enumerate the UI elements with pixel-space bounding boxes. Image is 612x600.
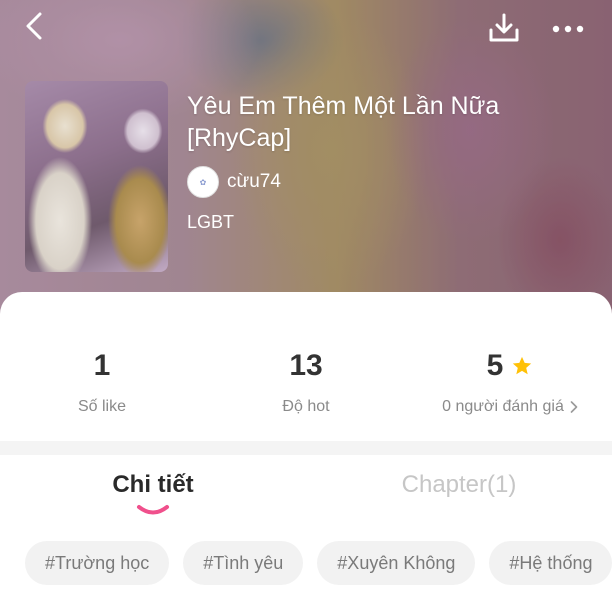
rating-link[interactable]: 0 người đánh giá (408, 398, 612, 416)
author-avatar: ✿ (187, 166, 219, 198)
hot-label: Độ hot (282, 398, 330, 415)
author-link[interactable]: ✿ cừu74 (187, 166, 281, 198)
story-cover-image[interactable] (25, 81, 168, 272)
star-icon (513, 356, 532, 375)
likes-stat: 1 (0, 346, 204, 386)
active-tab-indicator (137, 505, 169, 515)
tab-details[interactable]: Chi tiết (0, 468, 306, 502)
author-name: cừu74 (227, 171, 281, 192)
hot-count: 13 (289, 349, 323, 382)
story-title: Yêu Em Thêm Một Lần Nữa [RhyCap] (187, 92, 500, 152)
top-bar (0, 0, 612, 56)
more-button[interactable] (548, 12, 588, 46)
rating-label: 0 người đánh giá (442, 398, 564, 415)
chevron-right-icon (570, 401, 578, 413)
tag-list: #Trường học #Tình yêu #Xuyên Không #Hệ t… (25, 541, 612, 585)
likes-label: Số like (77, 398, 127, 415)
tag-chip[interactable]: #Xuyên Không (317, 541, 476, 585)
chevron-left-icon (26, 12, 42, 40)
rating-value: 5 (486, 349, 504, 382)
section-divider (0, 441, 612, 455)
rating-value-wrap: 5 (487, 346, 534, 386)
more-horizontal-icon (552, 25, 584, 33)
tag-chip[interactable]: #Trường học (25, 541, 170, 585)
download-icon (489, 13, 519, 42)
download-button[interactable] (486, 10, 522, 46)
tab-chapters[interactable]: Chapter(1) (306, 468, 612, 502)
likes-count: 1 (93, 349, 111, 382)
rating-count-link[interactable]: 0 người đánh giá (442, 398, 578, 416)
genre-label[interactable]: LGBT (187, 212, 234, 233)
tag-chip[interactable]: #Hệ thống (489, 541, 612, 585)
hot-stat: 13 (204, 346, 408, 386)
tag-chip[interactable]: #Tình yêu (183, 541, 304, 585)
back-button[interactable] (18, 10, 52, 44)
rating-stat: 5 (408, 346, 612, 386)
